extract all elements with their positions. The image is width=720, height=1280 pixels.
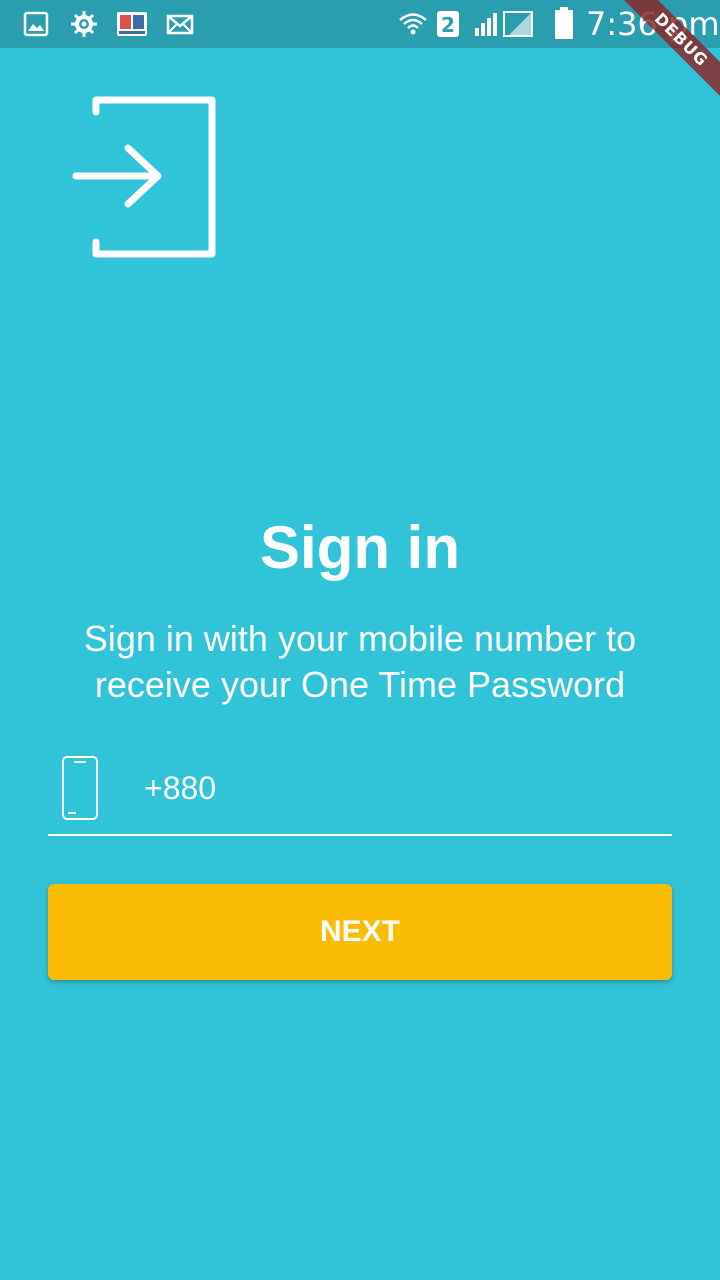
phone-number-input[interactable] bbox=[144, 766, 644, 810]
login-icon bbox=[72, 96, 216, 258]
gallery-icon bbox=[23, 11, 49, 37]
status-time: 7:36 pm bbox=[586, 5, 720, 43]
phone-icon bbox=[62, 756, 98, 820]
battery-icon bbox=[555, 7, 573, 39]
page-subtitle: Sign in with your mobile number to recei… bbox=[83, 618, 637, 705]
sim-2-icon: 2 bbox=[437, 11, 459, 37]
svg-text:2: 2 bbox=[441, 13, 455, 37]
settings-gear-icon bbox=[71, 11, 97, 37]
mail-icon bbox=[166, 14, 194, 35]
dictionary-app-icon bbox=[117, 12, 147, 36]
next-button[interactable]: NEXT bbox=[48, 884, 672, 980]
phone-number-field[interactable] bbox=[48, 752, 672, 836]
wifi-icon bbox=[399, 13, 427, 35]
status-bar: 2 7:36 pm bbox=[0, 0, 720, 48]
signal-icon bbox=[475, 11, 533, 37]
page-title: Sign in bbox=[260, 514, 460, 581]
